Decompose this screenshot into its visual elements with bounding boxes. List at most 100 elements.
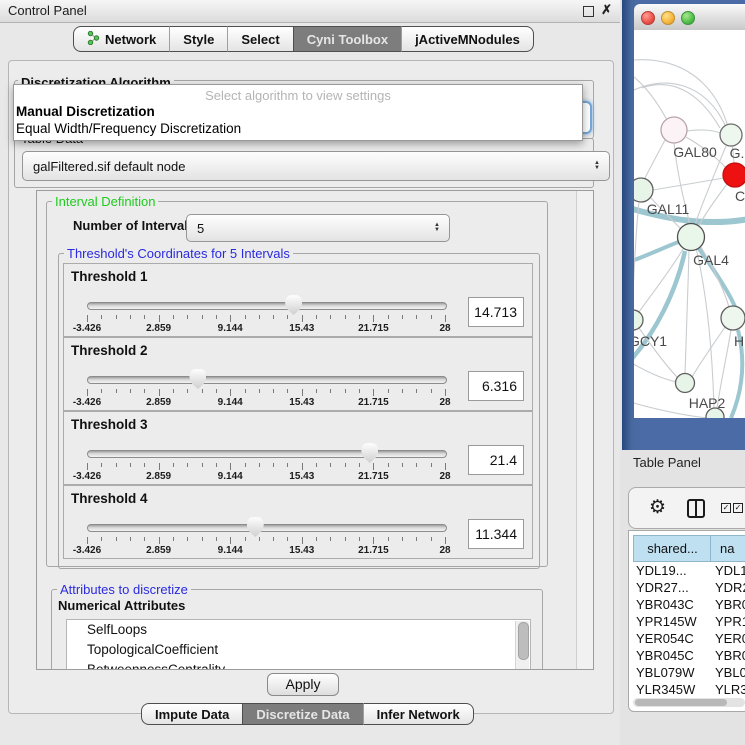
close-traffic-light[interactable] (641, 11, 655, 25)
threshold-value-field[interactable] (468, 445, 524, 475)
tick-label: 15.43 (289, 545, 314, 556)
attribute-list-item[interactable]: TopologicalCoefficient (67, 640, 530, 660)
tab-network[interactable]: Network (73, 26, 169, 52)
number-of-intervals-combobox[interactable]: 5 ▲▼ (186, 214, 450, 242)
attribute-list-item[interactable]: SelfLoops (67, 620, 530, 640)
tab-select[interactable]: Select (227, 26, 292, 52)
numerical-attributes-label: Numerical Attributes (58, 598, 185, 613)
column-header-name[interactable]: na (710, 535, 745, 562)
cell-shared-name[interactable]: YDL19... (636, 563, 687, 578)
slider-track[interactable] (87, 302, 447, 310)
tab-cyni-toolbox[interactable]: Cyni Toolbox (293, 26, 401, 52)
numerical-attributes-list[interactable]: SelfLoopsTopologicalCoefficientBetweenne… (66, 619, 531, 670)
column-header-shared-name[interactable]: shared... (633, 535, 712, 562)
network-node[interactable] (720, 124, 742, 146)
close-icon[interactable]: ✗ (601, 2, 612, 18)
tab-jactivemnodules[interactable]: jActiveMNodules (401, 26, 534, 52)
panel-title: Control Panel (8, 3, 87, 18)
tick-label: -3.426 (73, 471, 101, 482)
table-row[interactable]: YDL19... YDL1 (629, 563, 745, 580)
table-row[interactable]: YLR345W YLR3 (629, 682, 745, 696)
cell-shared-name[interactable]: YBR043C (636, 597, 694, 612)
cell-shared-name[interactable]: YBL079W (636, 665, 695, 680)
threshold-row: Threshold 3-3.4262.8599.14415.4321.71528 (63, 411, 533, 485)
tab-infer-network[interactable]: Infer Network (363, 703, 474, 725)
table-row[interactable]: YBR043C YBR0 (629, 597, 745, 614)
cell-shared-name[interactable]: YPR145W (636, 614, 697, 629)
dropdown-item-manual[interactable]: Manual Discretization (16, 104, 155, 119)
threshold-value-field[interactable] (468, 519, 524, 549)
threshold-slider[interactable]: -3.4262.8599.14415.4321.71528 (87, 486, 445, 558)
cell-name[interactable]: YDL1 (715, 563, 745, 578)
table-hscrollbar[interactable] (633, 698, 745, 707)
network-canvas[interactable]: GAL80G.CGAL11GAL4GCY1HHAP2 (634, 30, 745, 418)
zoom-traffic-light[interactable] (681, 11, 695, 25)
cell-shared-name[interactable]: YDR27... (636, 580, 689, 595)
minimize-traffic-light[interactable] (661, 11, 675, 25)
network-node[interactable] (723, 163, 745, 187)
columns-icon[interactable] (687, 499, 705, 518)
dropdown-item-equal-width[interactable]: Equal Width/Frequency Discretization (16, 121, 241, 136)
settings-scrollbar[interactable] (576, 191, 593, 669)
network-node[interactable] (676, 374, 695, 393)
tick (302, 537, 303, 544)
tick (445, 537, 446, 544)
tab-discretize-data[interactable]: Discretize Data (242, 703, 362, 725)
apply-button[interactable]: Apply (267, 673, 339, 696)
control-panel: Control Panel ✗ NetworkStyleSelectCyni T… (0, 0, 620, 745)
table-row[interactable]: YBR045C YBR0 (629, 648, 745, 665)
network-node[interactable] (634, 310, 643, 330)
list-scrollbar-thumb[interactable] (518, 622, 529, 660)
tick (173, 537, 174, 541)
network-node[interactable] (661, 117, 687, 143)
threshold-row: Threshold 4-3.4262.8599.14415.4321.71528 (63, 485, 533, 559)
cell-shared-name[interactable]: YER054C (636, 631, 694, 646)
table-data-combobox[interactable]: galFiltered.sif default node ▲▼ (22, 151, 610, 181)
tick (330, 537, 331, 541)
cell-name[interactable]: YPR1 (715, 614, 745, 629)
cell-shared-name[interactable]: YBR045C (636, 648, 694, 663)
cell-name[interactable]: YBL0 (715, 665, 745, 680)
attribute-list-item[interactable]: BetweennessCentrality (67, 660, 530, 670)
tick (202, 463, 203, 467)
cell-name[interactable]: YDR2 (715, 580, 745, 595)
slider-track[interactable] (87, 450, 447, 458)
threshold-value-field[interactable] (468, 371, 524, 401)
table-row[interactable]: YPR145W YPR1 (629, 614, 745, 631)
threshold-slider[interactable]: -3.4262.8599.14415.4321.71528 (87, 264, 445, 336)
list-scrollbar[interactable] (515, 621, 529, 670)
cell-name[interactable]: YER0 (715, 631, 745, 646)
cell-name[interactable]: YLR3 (715, 682, 745, 696)
cell-shared-name[interactable]: YLR345W (636, 682, 695, 696)
table-row[interactable]: YBL079W YBL0 (629, 665, 745, 682)
table-row[interactable]: YDR27... YDR2 (629, 580, 745, 597)
gear-icon[interactable]: ⚙ (649, 496, 666, 519)
tick (273, 537, 274, 541)
tab-impute-data[interactable]: Impute Data (141, 703, 242, 725)
slider-thumb[interactable] (285, 295, 302, 315)
tab-style[interactable]: Style (169, 26, 227, 52)
tick (230, 537, 231, 544)
network-node[interactable] (634, 178, 653, 202)
threshold-slider[interactable]: -3.4262.8599.14415.4321.71528 (87, 412, 445, 484)
network-window-titlebar[interactable] (634, 4, 745, 31)
float-window-icon[interactable] (583, 6, 594, 17)
checkbox-icon[interactable]: ✓ (721, 503, 731, 513)
threshold-value-field[interactable] (468, 297, 524, 327)
node-label: H (734, 333, 744, 349)
cell-name[interactable]: YBR0 (715, 648, 745, 663)
threshold-slider[interactable]: -3.4262.8599.14415.4321.71528 (87, 338, 445, 410)
slider-thumb[interactable] (189, 369, 206, 389)
tick (402, 315, 403, 319)
table-row[interactable]: YER054C YER0 (629, 631, 745, 648)
slider-thumb[interactable] (361, 443, 378, 463)
table-hscrollbar-thumb[interactable] (635, 699, 727, 706)
checkbox-icon[interactable]: ✓ (733, 503, 743, 513)
slider-track[interactable] (87, 376, 447, 384)
network-node[interactable] (678, 224, 705, 251)
slider-track[interactable] (87, 524, 447, 532)
network-node[interactable] (721, 306, 745, 330)
tick (202, 537, 203, 541)
cell-name[interactable]: YBR0 (715, 597, 745, 612)
slider-thumb[interactable] (247, 517, 264, 537)
